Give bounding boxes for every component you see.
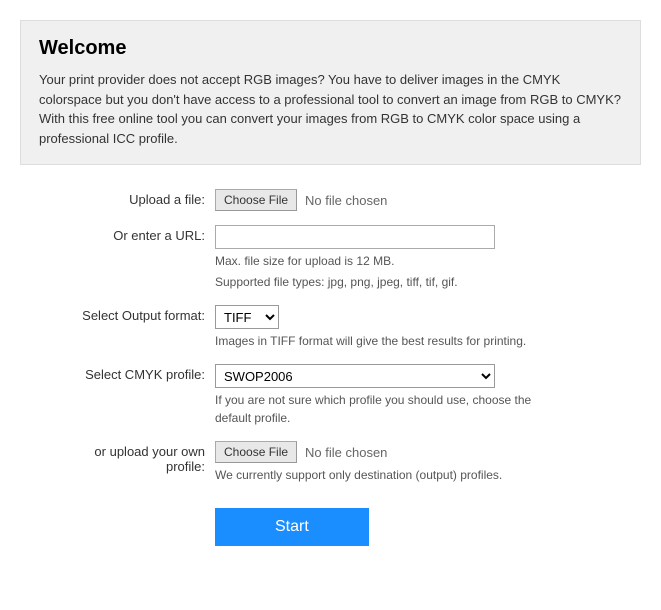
cmyk-content: SWOP2006 ISOcoated_v2 EuroscaleCoated US… (215, 364, 641, 427)
cmyk-profile-select[interactable]: SWOP2006 ISOcoated_v2 EuroscaleCoated US… (215, 364, 495, 388)
file-input-wrapper2: Choose File No file chosen (215, 441, 387, 463)
upload-content: Choose File No file chosen (215, 189, 641, 211)
cmyk-hint: If you are not sure which profile you sh… (215, 391, 641, 427)
output-format-label: Select Output format: (30, 305, 215, 323)
choose-file-button-1[interactable]: Choose File (215, 189, 297, 211)
welcome-line2: With this free online tool you can conve… (39, 111, 580, 146)
output-format-row: Select Output format: TIFF JPEG PNG Imag… (30, 305, 641, 350)
upload-file-row: Upload a file: Choose File No file chose… (30, 189, 641, 211)
choose-file-button-2[interactable]: Choose File (215, 441, 297, 463)
main-form: Upload a file: Choose File No file chose… (20, 189, 641, 546)
filesize-hint: Max. file size for upload is 12 MB. (215, 252, 641, 270)
url-row: Or enter a URL: Max. file size for uploa… (30, 225, 641, 291)
output-format-hint: Images in TIFF format will give the best… (215, 332, 641, 350)
upload-label: Upload a file: (30, 189, 215, 207)
no-file-text-2: No file chosen (305, 445, 387, 460)
no-file-text-1: No file chosen (305, 193, 387, 208)
url-content: Max. file size for upload is 12 MB. Supp… (215, 225, 641, 291)
own-profile-content: Choose File No file chosen We currently … (215, 441, 641, 484)
start-button[interactable]: Start (215, 508, 369, 546)
own-profile-row: or upload your ownprofile: Choose File N… (30, 441, 641, 484)
start-row: Start (30, 498, 641, 546)
url-input[interactable] (215, 225, 495, 249)
output-format-content: TIFF JPEG PNG Images in TIFF format will… (215, 305, 641, 350)
welcome-section: Welcome Your print provider does not acc… (20, 20, 641, 165)
output-format-select[interactable]: TIFF JPEG PNG (215, 305, 279, 329)
filetype-hint: Supported file types: jpg, png, jpeg, ti… (215, 273, 641, 291)
own-profile-label: or upload your ownprofile: (30, 441, 215, 474)
welcome-text: Your print provider does not accept RGB … (39, 70, 622, 148)
own-profile-hint: We currently support only destination (o… (215, 466, 641, 484)
file-input-wrapper1: Choose File No file chosen (215, 189, 387, 211)
cmyk-label: Select CMYK profile: (30, 364, 215, 382)
welcome-title: Welcome (39, 37, 622, 60)
cmyk-profile-row: Select CMYK profile: SWOP2006 ISOcoated_… (30, 364, 641, 427)
url-label: Or enter a URL: (30, 225, 215, 243)
welcome-line1: Your print provider does not accept RGB … (39, 72, 621, 107)
